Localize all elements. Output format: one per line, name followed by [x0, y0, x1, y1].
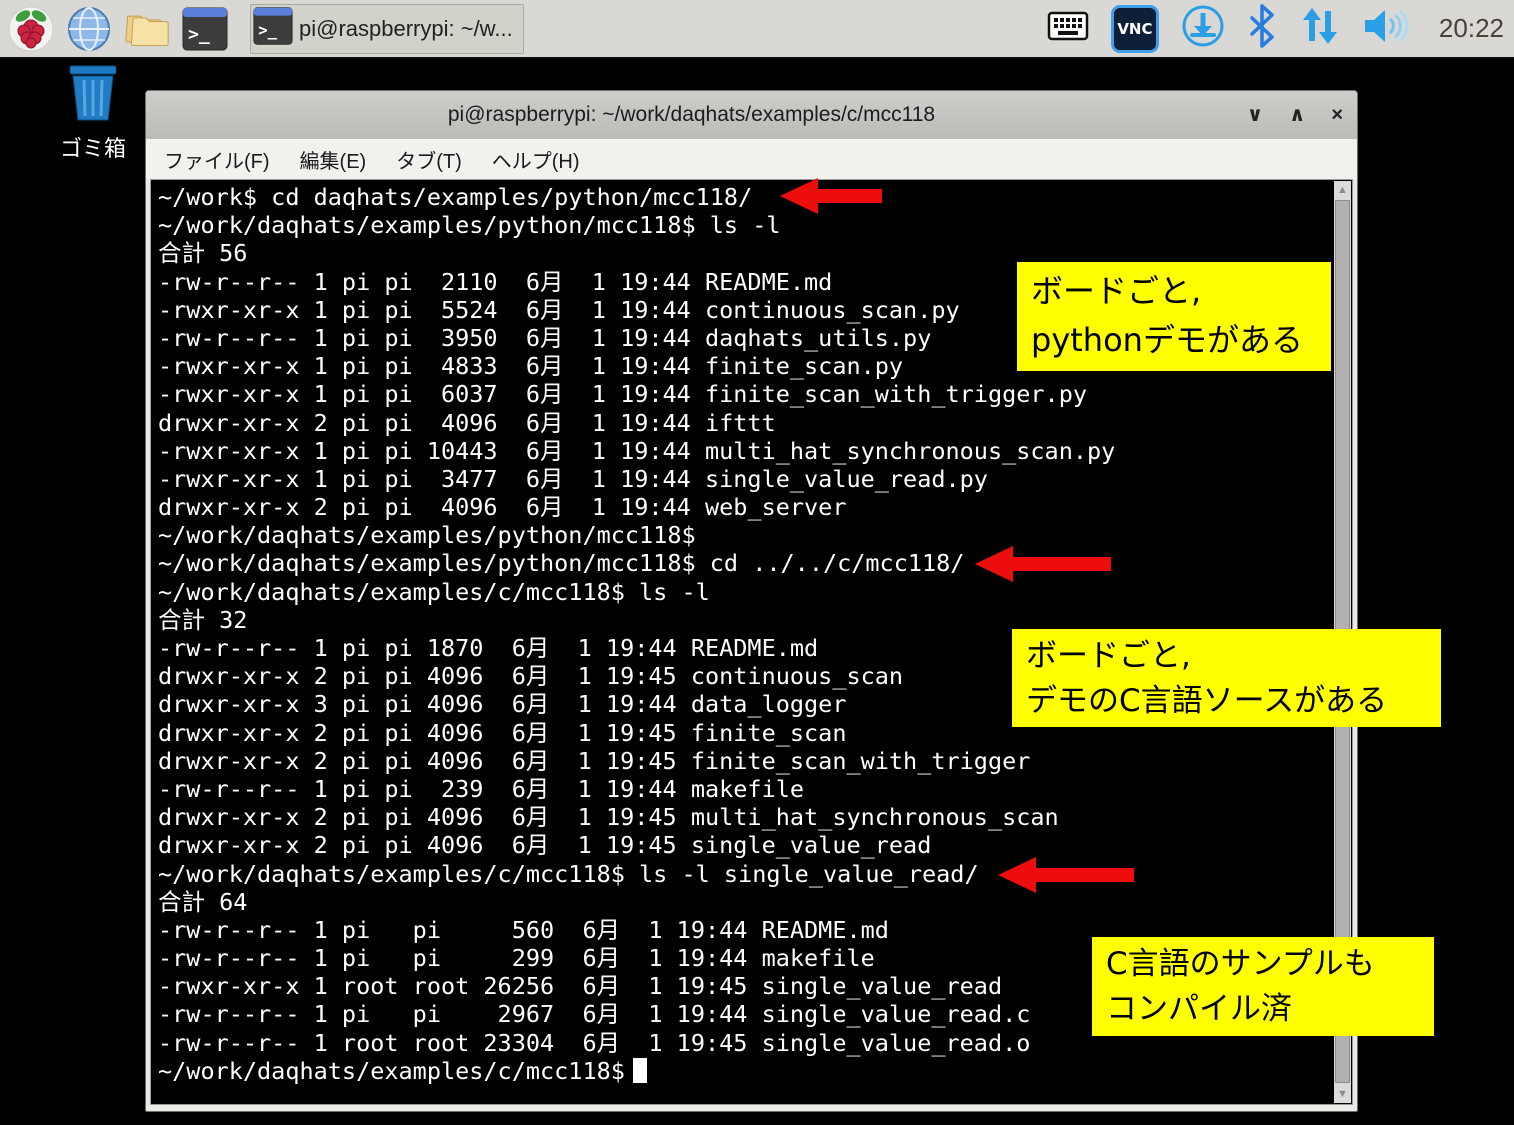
terminal-line: ~/work/daqhats/examples/python/mcc118$ c…	[158, 549, 1330, 577]
red-arrow-ls-single-value-read-icon	[998, 857, 1134, 893]
volume-icon[interactable]	[1363, 7, 1411, 50]
terminal-line: -rwxr-xr-x 1 pi pi 6037 6月 1 19:44 finit…	[158, 380, 1330, 408]
red-arrow-cd-c-icon	[975, 546, 1111, 582]
window-controls: ∨ ∧ ×	[1247, 91, 1343, 139]
clock[interactable]: 20:22	[1433, 13, 1504, 44]
terminal-line: 合計 64	[158, 888, 1330, 916]
window-title: pi@raspberrypi: ~/work/daqhats/examples/…	[146, 103, 1237, 127]
trash-icon	[62, 111, 124, 128]
annotation-line: ボードごと,	[1031, 267, 1317, 316]
updater-icon[interactable]	[1181, 4, 1225, 53]
file-manager-icon[interactable]	[124, 4, 170, 54]
terminal-line: ~/work/daqhats/examples/c/mcc118$ ls -l …	[158, 860, 1330, 888]
taskbar-window-button-label: pi@raspberrypi: ~/w...	[299, 16, 513, 42]
terminal-line: -rwxr-xr-x 1 pi pi 3477 6月 1 19:44 singl…	[158, 465, 1330, 493]
vnc-server-icon[interactable]: VNC	[1111, 5, 1159, 53]
annotation-line: C言語のサンプルも	[1106, 942, 1420, 987]
svg-text:>_: >_	[188, 24, 210, 45]
network-traffic-icon[interactable]	[1299, 5, 1341, 52]
terminal-cursor	[633, 1058, 647, 1083]
maximize-button[interactable]: ∧	[1289, 105, 1305, 125]
red-arrow-cd-python-icon	[780, 178, 882, 214]
taskbar-status-area: VNC	[1047, 0, 1504, 57]
shade-button[interactable]: ∨	[1247, 105, 1263, 125]
annotation-line: コンパイル済	[1106, 987, 1420, 1032]
terminal-line: -rw-r--r-- 1 pi pi 239 6月 1 19:44 makefi…	[158, 775, 1330, 803]
taskbar-launchers: >_ >_ pi@raspberrypi: ~/w...	[0, 4, 524, 54]
window-titlebar[interactable]: pi@raspberrypi: ~/work/daqhats/examples/…	[146, 91, 1357, 139]
terminal-launcher-icon[interactable]: >_	[182, 4, 228, 54]
menu-help[interactable]: ヘルプ(H)	[492, 145, 580, 174]
terminal-line: drwxr-xr-x 2 pi pi 4096 6月 1 19:44 ifttt	[158, 409, 1330, 437]
scrollbar-up-icon[interactable]: ▲	[1334, 181, 1351, 199]
trash-label: ゴミ箱	[37, 131, 149, 163]
trash-shortcut[interactable]: ゴミ箱	[37, 62, 149, 163]
web-browser-icon[interactable]	[66, 4, 112, 54]
raspberry-menu-icon[interactable]	[8, 4, 54, 54]
svg-text:>_: >_	[258, 21, 277, 40]
terminal-line: ~/work/daqhats/examples/python/mcc118$	[158, 521, 1330, 549]
menu-edit[interactable]: 編集(E)	[300, 145, 367, 174]
terminal-line: drwxr-xr-x 2 pi pi 4096 6月 1 19:45 finit…	[158, 747, 1330, 775]
terminal-line: drwxr-xr-x 2 pi pi 4096 6月 1 19:44 web_s…	[158, 493, 1330, 521]
terminal-line: drwxr-xr-x 2 pi pi 4096 6月 1 19:45 singl…	[158, 831, 1330, 859]
menu-tabs[interactable]: タブ(T)	[396, 145, 462, 174]
annotation-line: ボードごと,	[1026, 634, 1427, 679]
keyboard-layout-icon[interactable]	[1047, 10, 1089, 47]
menubar: ファイル(F) 編集(E) タブ(T) ヘルプ(H)	[146, 139, 1357, 179]
annotation-line: デモのC言語ソースがある	[1026, 679, 1427, 724]
vnc-logo-text: VNC	[1117, 20, 1152, 38]
scrollbar-down-icon[interactable]: ▼	[1334, 1085, 1351, 1103]
terminal-line: ~/work$ cd daqhats/examples/python/mcc11…	[158, 183, 1330, 211]
terminal-line: -rwxr-xr-x 1 pi pi 10443 6月 1 19:44 mult…	[158, 437, 1330, 465]
annotation-line: pythonデモがある	[1031, 316, 1317, 365]
menu-file[interactable]: ファイル(F)	[164, 145, 270, 174]
desktop-screen: >_ >_ pi@raspberrypi: ~/w...	[0, 0, 1514, 1125]
terminal-line: drwxr-xr-x 2 pi pi 4096 6月 1 19:45 multi…	[158, 803, 1330, 831]
annotation-compiled-sample: C言語のサンプルも コンパイル済	[1092, 937, 1434, 1036]
terminal-line: ~/work/daqhats/examples/c/mcc118$	[158, 1057, 1330, 1085]
close-button[interactable]: ×	[1331, 105, 1343, 125]
terminal-line: ~/work/daqhats/examples/python/mcc118$ l…	[158, 211, 1330, 239]
terminal-window-icon: >_	[253, 5, 293, 52]
terminal-line: ~/work/daqhats/examples/c/mcc118$ ls -l	[158, 578, 1330, 606]
annotation-c-sources: ボードごと, デモのC言語ソースがある	[1012, 629, 1441, 727]
taskbar-window-button[interactable]: >_ pi@raspberrypi: ~/w...	[250, 4, 524, 54]
annotation-python-demos: ボードごと, pythonデモがある	[1017, 262, 1331, 371]
taskbar: >_ >_ pi@raspberrypi: ~/w...	[0, 0, 1514, 59]
bluetooth-icon[interactable]	[1247, 3, 1277, 54]
